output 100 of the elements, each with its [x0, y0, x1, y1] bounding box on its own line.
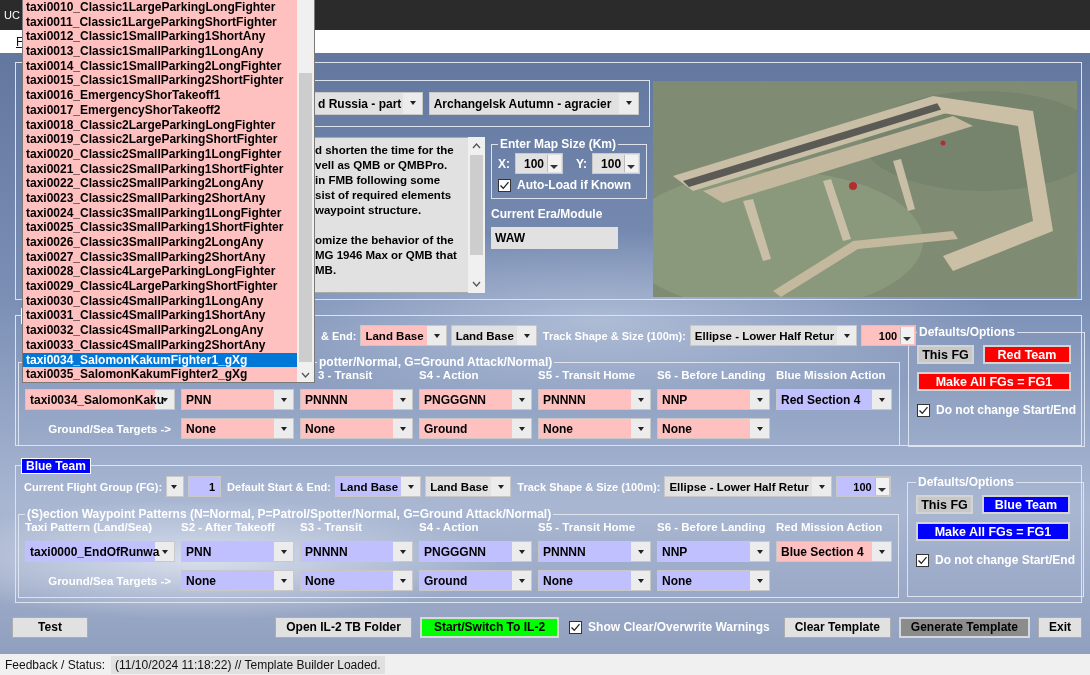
dropdown[interactable]: taxi0034_SalomonKaku [25, 389, 175, 410]
number-field[interactable]: 100 [861, 325, 917, 346]
group-title: Defaults/Options [918, 325, 1016, 339]
dropdown[interactable]: Land Base [360, 325, 447, 346]
column-header: S3 - Transit [300, 521, 363, 533]
list-item[interactable]: taxi0015_Classic1SmallParking2ShortFighter [23, 73, 297, 89]
dropdown[interactable]: PNN [181, 389, 294, 410]
dropdown[interactable]: None [657, 418, 770, 439]
list-item[interactable]: taxi0018_Classic2LargeParkingLongFighter [23, 117, 297, 133]
dropdown[interactable]: PNGGGNN [419, 389, 532, 410]
group-title: potter/Normal, G=Ground Attack/Normal) [318, 355, 554, 369]
list-item[interactable]: taxi0020_Classic2SmallParking1LongFighter [23, 146, 297, 162]
dropdown[interactable]: Land Base [450, 325, 537, 346]
dropdown[interactable] [166, 476, 185, 497]
checkbox[interactable] [498, 178, 511, 192]
button[interactable]: Clear Template [783, 616, 891, 638]
list-item[interactable]: taxi0032_Classic4SmallParking2LongAny [23, 323, 297, 338]
team-button[interactable]: Red Team [983, 345, 1071, 364]
number-field[interactable]: 100 [592, 153, 641, 174]
dropdown[interactable]: Red Section 4 [776, 389, 892, 410]
list-item[interactable]: taxi0014_Classic1SmallParking2LongFighter [23, 58, 297, 74]
number-field[interactable]: 100 [835, 476, 891, 497]
scroll-down-icon[interactable] [472, 281, 481, 287]
dropdown[interactable]: PNN [181, 541, 294, 562]
map-dropdown[interactable]: d Russia - part [314, 92, 423, 115]
list-item[interactable]: taxi0028_Classic4LargeParkingLongFighter [23, 264, 297, 280]
column-header: S5 - Transit Home [538, 521, 637, 533]
dropdown[interactable]: PNNNN [300, 389, 413, 410]
list-item[interactable]: taxi0025_Classic3SmallParking1ShortFighter [23, 220, 297, 235]
dropdown[interactable]: Ground [419, 418, 532, 439]
dropdown[interactable]: NNP [657, 541, 770, 562]
list-item[interactable]: taxi0013_Classic1SmallParking1LongAny [23, 44, 297, 59]
field-label: X: [498, 156, 510, 171]
dropdown[interactable]: Ellipse - Lower Half Retur [664, 476, 832, 497]
column-header: 3 - Transit [318, 369, 374, 381]
team-button[interactable]: Blue Team [982, 495, 1070, 514]
dropdown[interactable]: None [538, 418, 651, 439]
list-item[interactable]: taxi0023_Classic2SmallParking2ShortAny [23, 190, 297, 206]
list-item[interactable]: taxi0012_Classic1SmallParking1ShortAny [23, 29, 297, 45]
dropdown[interactable]: None [181, 570, 294, 591]
this-fg-button[interactable]: This FG [916, 495, 973, 514]
dropdown[interactable]: Land Base [335, 476, 422, 497]
generate-button[interactable]: Generate Template [898, 616, 1030, 638]
column-header: S2 - After Takeoff [181, 521, 276, 533]
start-button[interactable]: Start/Switch To IL-2 [419, 616, 560, 638]
list-item[interactable]: taxi0024_Classic3SmallParking1LongFighter [23, 205, 297, 221]
list-item[interactable]: taxi0031_Classic4SmallParking1ShortAny [23, 308, 297, 324]
list-item[interactable]: taxi0021_Classic2SmallParking1ShortFighter [23, 161, 297, 177]
dropdown[interactable]: None [657, 570, 770, 591]
dropdown[interactable]: PNGGGNN [419, 541, 532, 562]
mission-dropdown[interactable]: Archangelsk Autumn - agracier [428, 92, 639, 115]
dropdown[interactable]: Blue Section 4 [776, 541, 892, 562]
dropdown[interactable]: None [300, 418, 413, 439]
dropdown[interactable]: PNNNN [538, 541, 651, 562]
dropdown[interactable]: None [538, 570, 651, 591]
list-item[interactable]: taxi0033_Classic4SmallParking2ShortAny [23, 337, 297, 353]
dropdown[interactable]: Ground [419, 570, 532, 591]
field-label: Track Shape & Size (100m): [542, 329, 686, 342]
dropdown[interactable]: NNP [657, 389, 770, 410]
list-item[interactable]: taxi0017_EmergencyShorTakeoff2 [23, 102, 297, 118]
dropdown[interactable]: Land Base [425, 476, 512, 497]
list-item[interactable]: taxi0010_Classic1LargeParkingLongFighter [23, 0, 297, 15]
scroll-down-icon[interactable] [301, 371, 310, 378]
field-label: Track Shape & Size (100m): [517, 480, 661, 493]
make-all-button[interactable]: Make All FGs = FG1 [916, 522, 1070, 541]
checkbox[interactable] [569, 620, 583, 634]
dropdown[interactable]: None [181, 418, 294, 439]
dropdown[interactable]: PNNNN [300, 541, 413, 562]
scrollbar[interactable] [297, 0, 314, 382]
list-item[interactable]: taxi0011_Classic1LargeParkingShortFighter [23, 14, 297, 30]
checkbox[interactable] [916, 553, 929, 567]
list-item[interactable]: taxi0035_SalomonKakumFighter2_gXg [23, 367, 297, 382]
status-label: Feedback / Status: [5, 657, 106, 672]
checkbox[interactable] [917, 403, 930, 417]
era-field: WAW [491, 226, 618, 249]
dropdown[interactable]: Ellipse - Lower Half Retur [689, 325, 858, 346]
dropdown[interactable]: None [300, 570, 413, 591]
dropdown[interactable]: PNNNN [538, 389, 651, 410]
dropdown[interactable]: taxi0000_EndOfRunwa [25, 541, 175, 562]
list-item[interactable]: taxi0030_Classic4SmallParking1LongAny [23, 293, 297, 309]
scrollbar[interactable] [468, 137, 485, 293]
checkbox-label: Do not change Start/End [935, 553, 1075, 567]
number-field[interactable]: 1 [188, 476, 222, 497]
list-item[interactable]: taxi0022_Classic2SmallParking2LongAny [23, 176, 297, 191]
list-item[interactable]: taxi0016_EmergencyShorTakeoff1 [23, 88, 297, 103]
list-item[interactable]: taxi0034_SalomonKakumFighter1_gXg [23, 352, 297, 368]
number-field[interactable]: 100 [515, 153, 563, 174]
button[interactable]: Exit [1038, 616, 1082, 638]
this-fg-button[interactable]: This FG [917, 345, 974, 364]
button[interactable]: Open IL-2 TB Folder [275, 616, 412, 638]
list-item[interactable]: taxi0027_Classic3SmallParking2ShortAny [23, 249, 297, 265]
list-item[interactable]: taxi0019_Classic2LargeParkingShortFighter [23, 132, 297, 147]
field-label: Ground/Sea Targets -> [48, 422, 171, 435]
list-item[interactable]: taxi0029_Classic4LargeParkingShortFighter [23, 279, 297, 294]
scroll-up-icon[interactable] [472, 143, 481, 149]
column-header: S4 - Action [419, 369, 480, 381]
make-all-button[interactable]: Make All FGs = FG1 [917, 372, 1071, 391]
button[interactable]: Test [12, 616, 88, 638]
list-item[interactable]: taxi0026_Classic3SmallParking2LongAny [23, 235, 297, 250]
checkbox-label: Auto-Load if Known [517, 178, 631, 192]
